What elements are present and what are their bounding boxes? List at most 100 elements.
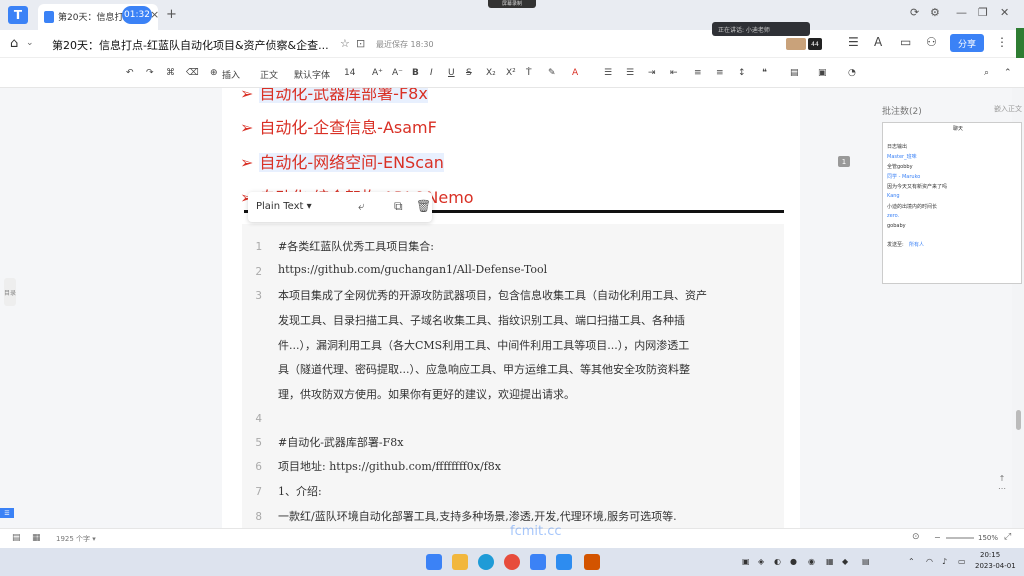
refresh-icon[interactable]: ⟳ <box>910 6 919 19</box>
target-icon[interactable]: ⊙ <box>912 532 920 542</box>
word-count[interactable]: 1925 个字 ▾ <box>56 534 96 544</box>
start-icon[interactable] <box>426 554 442 570</box>
app-logo-icon[interactable]: T <box>8 6 28 24</box>
code-line[interactable]: 发现工具、目录扫描工具、子域名收集工具、指纹识别工具、端口扫描工具、各种插 <box>278 312 685 328</box>
redo-icon[interactable]: ↷ <box>146 68 154 78</box>
numbered-list-icon[interactable]: ☰ <box>626 68 634 78</box>
search-icon[interactable]: ⌕ <box>984 68 989 78</box>
more-tools-icon[interactable]: ◔ <box>848 68 856 78</box>
code-line[interactable]: 理，供攻防双方使用。如果你有更好的建议，欢迎提出请求。 <box>278 386 575 402</box>
line-spacing-icon[interactable]: ↕ <box>738 68 746 78</box>
increase-font-icon[interactable]: A⁺ <box>372 68 383 78</box>
decrease-font-icon[interactable]: A⁻ <box>392 68 403 78</box>
code-line[interactable]: 件...），漏洞利用工具（各大CMS利用工具、中间件利用工具等项目...），内网… <box>278 337 689 353</box>
paragraph-style-select[interactable]: 正文 <box>260 68 278 81</box>
tray-app-icon[interactable]: ◆ <box>842 557 848 566</box>
italic-icon[interactable]: I <box>430 68 433 78</box>
chrome-icon[interactable] <box>504 554 520 570</box>
minimize-icon[interactable]: — <box>956 6 967 19</box>
code-line[interactable]: https://github.com/guchangan1/All-Defens… <box>278 263 547 276</box>
zoom-out-icon[interactable]: − <box>934 533 941 542</box>
present-icon[interactable]: ▭ <box>900 35 911 49</box>
tray-app-icon[interactable]: ▦ <box>826 557 834 566</box>
comment-icon[interactable]: ▤ <box>790 68 799 78</box>
document-page[interactable]: ➢ 自动化-武器库部署-F8x ➢ 自动化-企查信息-AsamF ➢ 自动化-网络空间… <box>222 88 800 528</box>
copy-icon[interactable]: ⧉ <box>394 199 403 214</box>
comment-count-badge[interactable]: 1 <box>838 156 850 167</box>
more-options-icon[interactable]: ⋮ <box>996 35 1008 49</box>
file-explorer-icon[interactable] <box>452 554 468 570</box>
share-button[interactable]: 分享 <box>950 34 984 52</box>
add-user-icon[interactable]: ⚇ <box>926 35 937 49</box>
embed-comments-link[interactable]: 嵌入正文 <box>994 104 1022 114</box>
code-line[interactable]: 具（隧道代理、密码提取...）、应急响应工具、甲方运维工具、等其他安全攻防资料整 <box>278 361 690 377</box>
clock-time[interactable]: 20:15 <box>980 551 1000 559</box>
format-painter-icon[interactable]: ⌘ <box>166 68 175 78</box>
tray-app-icon[interactable]: ◐ <box>774 557 781 566</box>
align-center-icon[interactable]: ≡ <box>716 68 724 78</box>
bullet-list-icon[interactable]: ☰ <box>604 68 612 78</box>
outline-icon[interactable]: ▤ <box>12 533 21 543</box>
meeting-app-icon[interactable] <box>556 554 572 570</box>
chat-window[interactable]: 聊天 日志输出 Master_班味 全管gobby 同学 - Maruko 因为… <box>882 122 1022 284</box>
zoom-slider[interactable] <box>946 537 974 539</box>
quote-icon[interactable]: ❝ <box>762 68 767 78</box>
font-color-icon[interactable]: A <box>572 68 578 78</box>
insert-button[interactable]: 插入 <box>222 68 240 81</box>
wrap-lines-icon[interactable]: ⤶ <box>358 199 365 214</box>
volume-icon[interactable]: ♪ <box>942 557 947 566</box>
strikethrough-icon[interactable]: S <box>466 68 472 78</box>
document-title[interactable]: 第20天：信息打点-红蓝队自动化项目&资产侦察&企查... <box>52 37 329 53</box>
code-line[interactable]: 本项目集成了全网优秀的开源攻防武器项目，包含信息收集工具（自动化利用工具、资产 <box>278 287 707 303</box>
heading-item[interactable]: ➢ 自动化-企查信息-AsamF <box>240 114 437 138</box>
tray-app-icon[interactable]: ▣ <box>742 557 750 566</box>
chevron-up-icon[interactable]: ⌃ <box>908 557 915 566</box>
avatar-count-badge[interactable]: 44 <box>808 38 822 50</box>
collaborators-icon[interactable]: ⊡ <box>356 37 365 50</box>
subscript-icon[interactable]: X₂ <box>486 68 496 78</box>
align-left-icon[interactable]: ≡ <box>694 68 702 78</box>
avatar[interactable] <box>786 38 806 50</box>
heading-item[interactable]: ➢ 自动化-网络空间-ENScan <box>240 149 444 173</box>
settings-icon[interactable]: ⚙ <box>930 6 940 19</box>
tool-app-icon[interactable] <box>584 554 600 570</box>
recipient-select[interactable]: 所有人 <box>909 241 924 248</box>
print-layout-icon[interactable]: ▦ <box>32 533 41 543</box>
tab-close-icon[interactable]: × <box>150 8 159 21</box>
text-effect-icon[interactable]: Ṫ <box>526 68 532 78</box>
docs-app-icon[interactable] <box>530 554 546 570</box>
floating-tools[interactable]: ↑ ⋯ <box>998 474 1006 494</box>
text-style-icon[interactable]: A <box>874 35 882 49</box>
code-block[interactable]: 1 #各类红蓝队优秀工具项目集合: 2 https://github.com/g… <box>242 224 784 528</box>
close-window-icon[interactable]: ✕ <box>1000 6 1009 19</box>
side-handle[interactable] <box>1016 28 1024 58</box>
outdent-icon[interactable]: ⇤ <box>670 68 678 78</box>
clock-date[interactable]: 2023-04-01 <box>975 562 1016 570</box>
bold-icon[interactable]: B <box>412 68 419 78</box>
code-line[interactable]: 1、介绍: <box>278 483 322 499</box>
fullscreen-icon[interactable]: ⤢ <box>1004 532 1011 542</box>
tray-app-icon[interactable]: ● <box>790 557 797 566</box>
indent-icon[interactable]: ⇥ <box>648 68 656 78</box>
battery-icon[interactable]: ▭ <box>958 557 966 566</box>
home-icon[interactable]: ⌂ <box>10 36 18 51</box>
sidebar-toggle-icon[interactable]: ☰ <box>0 508 14 518</box>
superscript-icon[interactable]: X² <box>506 68 516 78</box>
tray-app-icon[interactable]: ▤ <box>862 557 870 566</box>
zoom-level[interactable]: 150% <box>978 534 998 542</box>
chevron-down-icon[interactable]: ⌄ <box>26 38 34 48</box>
wifi-icon[interactable]: ◠ <box>926 557 933 566</box>
code-line[interactable]: #各类红蓝队优秀工具项目集合: <box>278 238 434 254</box>
insert-icon[interactable]: ⊕ <box>210 68 218 78</box>
underline-icon[interactable]: U <box>448 68 455 78</box>
image-icon[interactable]: ▣ <box>818 68 827 78</box>
heading-item[interactable]: ➢ 自动化-武器库部署-F8x <box>240 88 428 104</box>
outline-toggle[interactable]: 目录 <box>4 278 16 306</box>
code-line[interactable]: 项目地址: https://github.com/ffffffff0x/f8x <box>278 458 501 474</box>
code-line[interactable]: 一款红/蓝队环境自动化部署工具,支持多种场景,渗透,开发,代理环境,服务可选项等… <box>278 508 677 524</box>
tray-app-icon[interactable]: ◉ <box>808 557 815 566</box>
language-select[interactable]: Plain Text ▾ <box>256 201 312 212</box>
font-family-select[interactable]: 默认字体 <box>294 68 330 81</box>
code-line[interactable]: #自动化-武器库部署-F8x <box>278 434 403 450</box>
menu-icon[interactable]: ☰ <box>848 35 859 49</box>
